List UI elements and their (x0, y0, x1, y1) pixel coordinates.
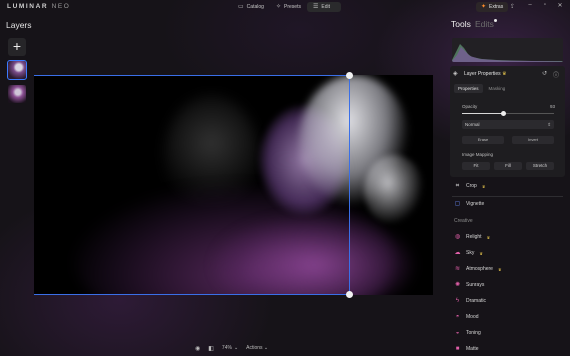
app-logo: LUMINAR NEO (7, 3, 71, 10)
histogram (452, 38, 563, 62)
pro-crown-icon: ♛ (502, 71, 507, 77)
tool-crop[interactable]: ⌗ Crop ♛ (454, 181, 486, 191)
extras-button[interactable]: ✦ Extras (476, 2, 509, 12)
toning-icon: ◒ (455, 329, 460, 336)
image-mapping-label: Image Mapping (462, 152, 494, 157)
tool-toning-label: Toning (466, 330, 481, 336)
sliders-icon: ☰ (313, 4, 319, 10)
tool-dramatic[interactable]: ϟ Dramatic (454, 296, 486, 306)
blend-mode-select[interactable]: Normal ⇕ (462, 120, 554, 129)
zoom-level[interactable]: 74% (222, 345, 232, 351)
lightning-icon: ϟ (455, 297, 460, 304)
image-canvas[interactable] (34, 75, 433, 295)
nav-presets-button[interactable]: ✧ Presets (270, 2, 307, 12)
layer-thumbnail[interactable] (7, 60, 27, 80)
nav-catalog-label: Catalog (246, 4, 264, 10)
tool-sky-label: Sky (466, 250, 475, 256)
close-icon[interactable]: ✕ (555, 2, 565, 9)
divider (452, 196, 563, 197)
mask-invert-button[interactable]: Invert (512, 136, 554, 144)
edits-indicator-dot (494, 19, 497, 22)
opacity-label: Opacity (462, 104, 478, 109)
transform-handle-top-right[interactable] (346, 72, 353, 79)
sun-icon: ✺ (454, 281, 461, 288)
add-layer-button[interactable]: + (8, 38, 26, 56)
tool-relight[interactable]: ◍ Relight ♛ (454, 232, 490, 242)
tool-matte[interactable]: ■ Matte (454, 344, 479, 354)
nav-presets-label: Presets (284, 4, 301, 10)
cloud-icon: ☁ (454, 249, 461, 256)
tool-atmosphere-label: Atmosphere (466, 266, 493, 272)
layers-title: Layers (6, 20, 32, 30)
reset-icon[interactable]: ↺ (542, 70, 547, 77)
mapping-fit-button[interactable]: Fit (462, 162, 490, 170)
creative-section-label: Creative (454, 218, 473, 224)
zoom-chevron-icon[interactable]: ⌄ (234, 345, 238, 351)
pro-crown-icon: ♛ (497, 266, 502, 272)
nav-edit-label: Edit (321, 4, 331, 10)
share-icon[interactable]: ⇪ (508, 3, 517, 10)
opacity-value: 93 (550, 104, 556, 109)
nav-catalog-button[interactable]: ▭ Catalog (232, 2, 270, 12)
tool-dramatic-label: Dramatic (466, 298, 487, 304)
tool-matte-label: Matte (466, 346, 479, 352)
vignette-icon: ▢ (454, 200, 461, 207)
opacity-slider-fill (462, 113, 504, 114)
bottom-bar: ◉ ◧ 74% ⌄ Actions ⌄ (195, 343, 268, 353)
extras-label: Extras (489, 4, 504, 10)
tool-sunrays[interactable]: ✺ Sunrays (454, 280, 484, 290)
tab-tools[interactable]: Tools (451, 19, 471, 29)
tool-vignette-label: Vignette (466, 201, 485, 207)
actions-button[interactable]: Actions ⌄ (246, 345, 268, 351)
pro-crown-icon: ♛ (479, 250, 483, 256)
info-icon[interactable]: ⓘ (553, 70, 559, 79)
blend-mode-value: Normal (465, 122, 480, 127)
crop-icon: ⌗ (455, 182, 460, 189)
tool-mood[interactable]: ◓ Mood (454, 312, 479, 322)
opacity-slider-knob[interactable] (500, 111, 506, 116)
extras-star-icon: ✦ (481, 4, 487, 10)
layers-stack-icon: ◈ (453, 71, 458, 77)
layer-subtabs: Properties Masking (454, 84, 509, 93)
layer-properties-panel: ◈ Layer Properties ♛ ↺ ⓘ Properties Mask… (450, 66, 565, 177)
atmosphere-icon: ≋ (454, 265, 461, 272)
pro-crown-icon: ♛ (481, 183, 486, 189)
compare-icon[interactable]: ◧ (208, 345, 214, 352)
mapping-fill-button[interactable]: Fill (494, 162, 522, 170)
tool-vignette[interactable]: ▢ Vignette (454, 199, 485, 209)
photo-hair-strands (364, 155, 424, 225)
tool-sunrays-label: Sunrays (466, 282, 485, 288)
top-bar: LUMINAR NEO ▭ Catalog ✧ Presets ☰ Edit ✦… (0, 0, 570, 15)
maximize-icon[interactable]: ▫ (540, 2, 550, 8)
layer-properties-header[interactable]: Layer Properties ♛ (464, 71, 507, 77)
tab-edits[interactable]: Edits (475, 19, 494, 29)
tool-relight-label: Relight (466, 234, 482, 240)
pro-crown-icon: ♛ (486, 234, 491, 240)
tool-sky[interactable]: ☁ Sky ♛ (454, 248, 483, 258)
nav-edit-button[interactable]: ☰ Edit (307, 2, 341, 12)
mask-erase-button[interactable]: Erase (462, 136, 504, 144)
minimize-icon[interactable]: – (525, 2, 535, 8)
folder-icon: ▭ (238, 4, 244, 10)
relight-icon: ◍ (454, 233, 461, 240)
subtab-properties[interactable]: Properties (454, 84, 483, 93)
tool-toning[interactable]: ◒ Toning (454, 328, 481, 338)
tool-crop-label: Crop (466, 183, 477, 189)
matte-icon: ■ (455, 345, 460, 352)
mapping-stretch-button[interactable]: Stretch (526, 162, 554, 170)
transform-handle-bottom-right[interactable] (346, 291, 353, 298)
subtab-masking[interactable]: Masking (485, 84, 510, 93)
tool-mood-label: Mood (466, 314, 479, 320)
tool-atmosphere[interactable]: ≋ Atmosphere ♛ (454, 264, 502, 274)
select-arrows-icon: ⇕ (547, 122, 551, 127)
mood-icon: ◓ (455, 313, 460, 320)
base-layer-thumbnail[interactable] (8, 85, 26, 103)
eye-icon[interactable]: ◉ (195, 345, 200, 352)
presets-icon: ✧ (276, 4, 282, 10)
